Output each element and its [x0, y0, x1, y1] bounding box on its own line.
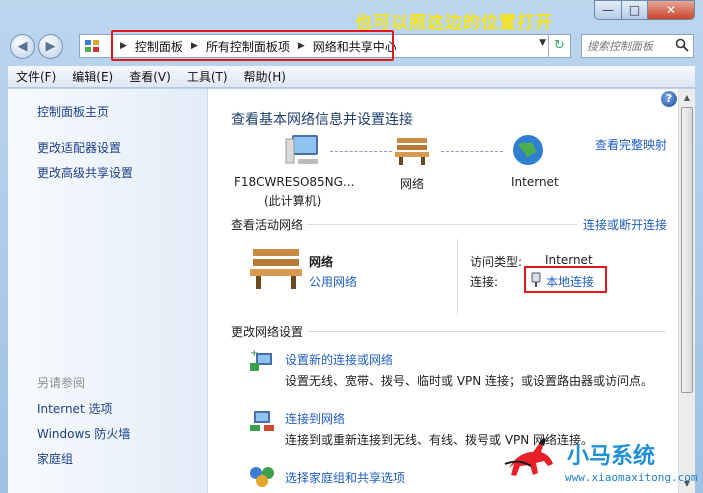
forward-button[interactable]: ▶: [38, 34, 63, 59]
sidebar: 控制面板主页 更改适配器设置 更改高级共享设置 另请参阅 Internet 选项…: [8, 89, 208, 493]
watermark-url: www.xiaomaxitong.com: [565, 471, 698, 484]
map-network-label: 网络: [400, 177, 425, 191]
menu-edit[interactable]: 编辑(E): [64, 68, 121, 85]
menu-bar: 文件(F) 编辑(E) 查看(V) 工具(T) 帮助(H): [8, 66, 695, 88]
computer-icon: [285, 135, 318, 164]
connect-network-icon: [250, 411, 274, 431]
menu-view[interactable]: 查看(V): [121, 68, 179, 85]
active-network-name: 网络: [309, 255, 334, 269]
change-settings-title: 更改网络设置: [231, 325, 304, 339]
search-box[interactable]: [581, 34, 694, 58]
sidebar-item-sharing[interactable]: 更改高级共享设置: [37, 164, 133, 181]
new-connection-icon: +: [250, 348, 272, 371]
sidebar-item-internet-options[interactable]: Internet 选项: [37, 400, 112, 417]
address-dropdown-icon[interactable]: ▼: [539, 38, 546, 48]
computer-note: (此计算机): [264, 194, 322, 208]
active-network-title: 查看活动网络: [231, 218, 304, 232]
window: 也可以照这边的位置打开 — □ ✕ ◀ ▶ ▶ 控制面板 ▶ 所有控制面板项 ▶…: [0, 0, 703, 493]
scroll-thumb[interactable]: [681, 107, 693, 393]
help-icon[interactable]: ?: [661, 91, 677, 107]
network-type-link[interactable]: 公用网络: [309, 273, 357, 290]
full-map-link[interactable]: 查看完整映射: [595, 136, 667, 153]
search-icon[interactable]: [675, 38, 689, 52]
connect-network-link[interactable]: 连接到网络: [285, 410, 345, 427]
menu-tools[interactable]: 工具(T): [179, 68, 236, 85]
globe-icon: [513, 135, 543, 165]
bench-icon: [250, 249, 302, 289]
access-type-label: 访问类型:: [470, 255, 523, 269]
divider: [307, 224, 577, 225]
scroll-up-icon[interactable]: ▲: [679, 89, 695, 106]
link-line: [441, 151, 503, 152]
watermark-logo: 小马系统 www.xiaomaxitong.com: [499, 428, 699, 492]
connect-disconnect-link[interactable]: 连接或断开连接: [583, 216, 667, 233]
sidebar-item-adapter[interactable]: 更改适配器设置: [37, 139, 121, 156]
watermark-title: 小马系统: [567, 444, 656, 469]
svg-text:+: +: [250, 348, 258, 359]
menu-help[interactable]: 帮助(H): [236, 68, 294, 85]
sidebar-item-homegroup[interactable]: 家庭组: [37, 450, 73, 467]
link-line: [330, 151, 392, 152]
search-input[interactable]: [582, 35, 670, 57]
see-also-title: 另请参阅: [37, 376, 86, 390]
maximize-button[interactable]: □: [621, 0, 648, 20]
setup-connection-desc: 设置无线、宽带、拨号、临时或 VPN 连接；或设置路由器或访问点。: [285, 374, 654, 388]
homegroup-icon: [250, 467, 274, 487]
sidebar-item-home[interactable]: 控制面板主页: [37, 103, 109, 120]
back-button[interactable]: ◀: [10, 34, 35, 59]
computer-name: F18CWRESO85NG...: [234, 175, 355, 189]
page-title: 查看基本网络信息并设置连接: [231, 112, 413, 128]
horse-logo-icon: [504, 438, 553, 476]
divider: [457, 239, 458, 315]
connection-label: 连接:: [470, 275, 499, 289]
menu-file[interactable]: 文件(F): [8, 68, 64, 85]
highlight-box-address: [111, 30, 394, 61]
map-internet-label: Internet: [511, 175, 559, 189]
setup-connection-link[interactable]: 设置新的连接或网络: [285, 351, 393, 368]
sidebar-item-firewall[interactable]: Windows 防火墙: [37, 425, 130, 442]
minimize-button[interactable]: —: [594, 0, 622, 20]
divider: [307, 331, 666, 332]
refresh-icon[interactable]: ↻: [548, 35, 570, 57]
homegroup-link[interactable]: 选择家庭组和共享选项: [285, 469, 405, 486]
control-panel-icon: [85, 40, 99, 52]
access-type-value: Internet: [545, 253, 593, 267]
highlight-box-connection: [524, 266, 607, 293]
bench-icon: [395, 138, 429, 165]
close-button[interactable]: ✕: [647, 0, 695, 20]
